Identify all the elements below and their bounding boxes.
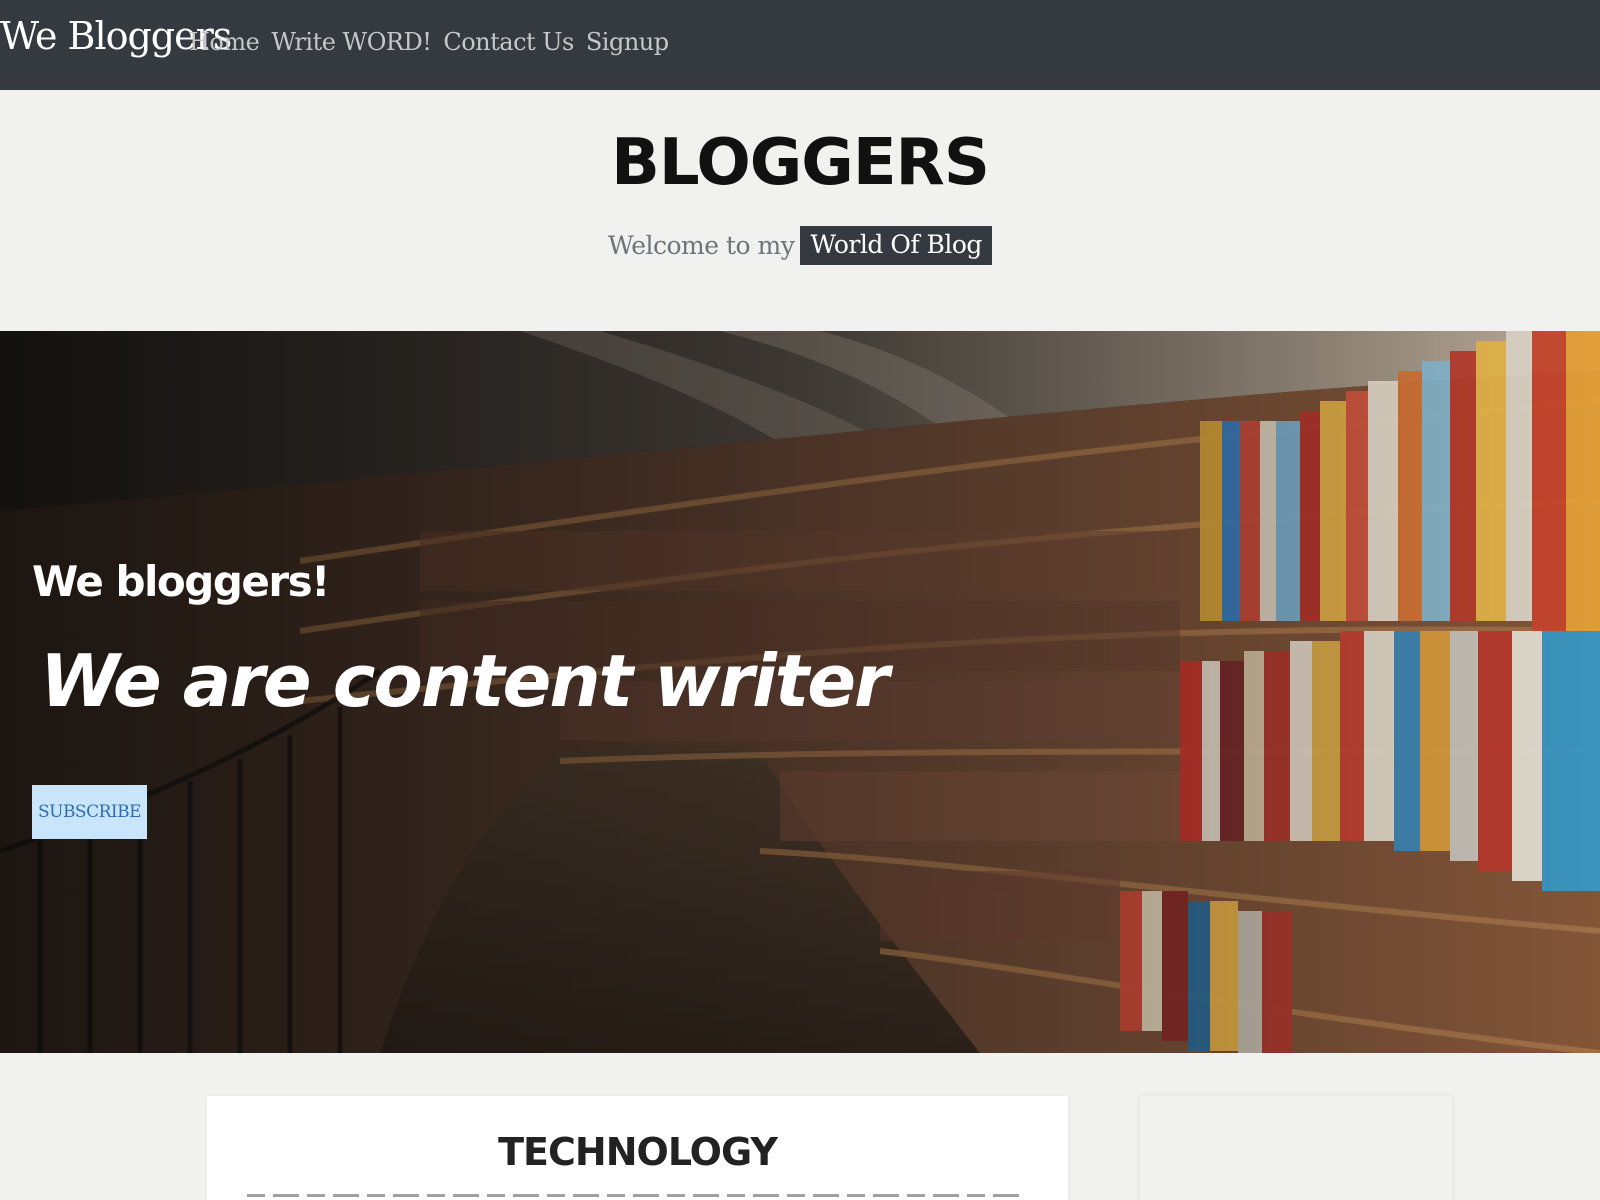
welcome-badge: World Of Blog — [800, 226, 992, 265]
welcome-text: Welcome to my — [608, 231, 795, 260]
nav-link-contact-us[interactable]: Contact Us — [443, 28, 574, 56]
post-card[interactable]: TECHNOLOGY — [207, 1096, 1068, 1200]
navbar: We Bloggers Home Write WORD! Contact Us … — [0, 0, 1600, 90]
hero-heading: We are content writer — [40, 639, 890, 723]
post-card-excerpt — [247, 1190, 1027, 1200]
nav-link-home[interactable]: Home — [189, 28, 260, 56]
nav-link-write-word[interactable]: Write WORD! — [271, 28, 432, 56]
site-header: BLOGGERS Welcome to my World Of Blog — [0, 90, 1600, 331]
hero-kicker: We bloggers! — [32, 557, 330, 606]
welcome-line: Welcome to my World Of Blog — [0, 226, 1600, 265]
sidebar-card — [1140, 1096, 1452, 1200]
site-title: BLOGGERS — [611, 126, 990, 200]
hero-banner: We bloggers! We are content writer SUBSC… — [0, 331, 1600, 1053]
post-card-title: TECHNOLOGY — [498, 1130, 778, 1174]
nav-links: Home Write WORD! Contact Us Signup — [189, 28, 669, 56]
nav-link-signup[interactable]: Signup — [586, 28, 669, 56]
subscribe-button[interactable]: SUBSCRIBE — [32, 785, 147, 839]
